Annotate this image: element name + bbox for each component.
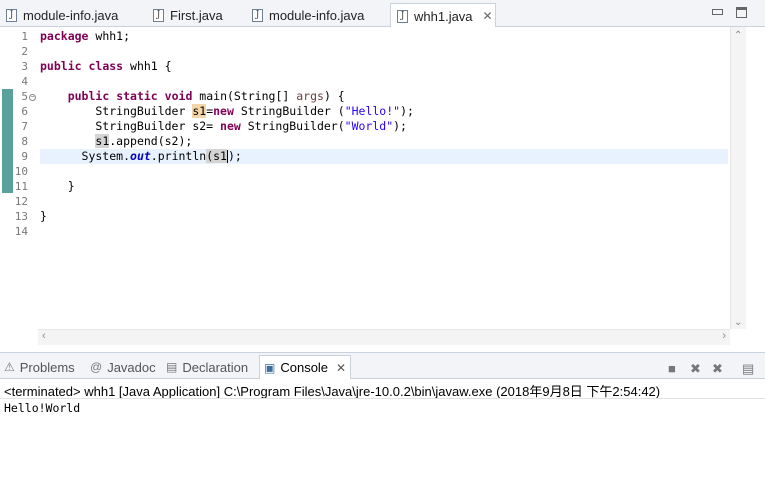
line-number: 6 [21, 105, 28, 118]
code-line-1: package whh1; [40, 29, 131, 43]
change-marker [2, 89, 13, 193]
line-number: 5 [21, 90, 28, 103]
scroll-up-icon[interactable]: ⌃ [734, 30, 742, 41]
tab-label: Declaration [182, 359, 249, 375]
line-number: 11 [14, 180, 28, 193]
code-line-9: System.out.println(s1); [40, 149, 242, 163]
minimize-icon[interactable] [712, 9, 723, 15]
code-line-13: } [40, 209, 47, 223]
line-number: 1 [21, 30, 28, 43]
java-file-icon: J [252, 8, 263, 22]
maximize-icon[interactable] [736, 7, 747, 18]
code-line-3: public class whh1 { [40, 59, 172, 73]
tab-label: module-info.java [23, 7, 119, 23]
scroll-left-icon[interactable]: ‹ [42, 330, 46, 342]
clear-console-icon[interactable]: ▤ [742, 361, 754, 377]
tab-label: module-info.java [269, 7, 365, 23]
code-line-5: public static void main(String[] args) { [67, 89, 345, 103]
line-number: 12 [14, 195, 28, 208]
tab-declaration[interactable]: ▤ Declaration [166, 357, 248, 377]
console-icon: ▣ [264, 360, 276, 375]
tab-label: whh1.java [414, 8, 473, 24]
fold-collapse-icon[interactable]: − [29, 94, 36, 101]
close-icon[interactable]: ✕ [483, 9, 493, 23]
tab-module-info-2[interactable]: J module-info.java [252, 3, 364, 27]
tab-label: First.java [170, 7, 223, 23]
tab-javadoc[interactable]: @ Javadoc [90, 357, 156, 377]
line-number: 13 [14, 210, 28, 223]
line-number: 10 [14, 165, 28, 178]
console-divider [0, 398, 765, 399]
java-file-icon: J [153, 8, 164, 22]
remove-all-terminated-icon[interactable]: ✖ [712, 361, 723, 377]
tab-problems[interactable]: ⚠ Problems [4, 357, 75, 377]
declaration-icon: ▤ [166, 360, 178, 374]
vertical-scrollbar[interactable]: ⌃ ⌄ [730, 27, 746, 329]
scroll-right-icon[interactable]: › [722, 330, 726, 342]
tab-label: Problems [19, 359, 75, 375]
scroll-down-icon[interactable]: ⌄ [734, 317, 742, 328]
tab-module-info-1[interactable]: J module-info.java [6, 3, 118, 27]
terminate-icon[interactable]: ■ [668, 361, 676, 376]
code-line-11: } [40, 179, 75, 193]
line-number: 9 [21, 150, 28, 163]
code-line-8: s1.append(s2); [95, 134, 193, 148]
line-number: 2 [21, 45, 28, 58]
line-number: 4 [21, 75, 28, 88]
tab-label: Javadoc [107, 359, 156, 375]
line-number: 7 [21, 120, 28, 133]
tab-label: Console [280, 360, 329, 375]
code-line-7: StringBuilder s2= new StringBuilder("Wor… [40, 119, 407, 133]
panel-tab-bar: ⚠ Problems @ Javadoc ▤ Declaration ▣ Con… [0, 352, 765, 379]
problems-icon: ⚠ [4, 360, 15, 374]
horizontal-scrollbar[interactable]: ‹ › [38, 329, 730, 345]
code-line-6: StringBuilder s1=new StringBuilder ("Hel… [40, 104, 414, 118]
java-file-icon: J [397, 9, 408, 23]
line-number-gutter: 1 2 3 4 5 6 7 8 9 10 11 12 13 14 − [0, 27, 38, 347]
remove-launch-icon[interactable]: ✖ [690, 361, 701, 377]
line-number: 3 [21, 60, 28, 73]
tab-whh1[interactable]: J whh1.java ✕ [390, 3, 496, 28]
javadoc-icon: @ [90, 360, 103, 374]
tab-first[interactable]: J First.java [153, 3, 223, 27]
console-output[interactable]: Hello!World [4, 401, 80, 415]
line-number: 14 [14, 225, 28, 238]
code-editor[interactable]: 1 2 3 4 5 6 7 8 9 10 11 12 13 14 − packa… [0, 27, 765, 347]
tab-console[interactable]: ▣ Console ✕ [259, 355, 352, 379]
editor-tab-bar: J module-info.java J First.java J module… [0, 0, 765, 28]
line-number: 8 [21, 135, 28, 148]
java-file-icon: J [6, 8, 17, 22]
close-icon[interactable]: ✕ [336, 361, 346, 375]
